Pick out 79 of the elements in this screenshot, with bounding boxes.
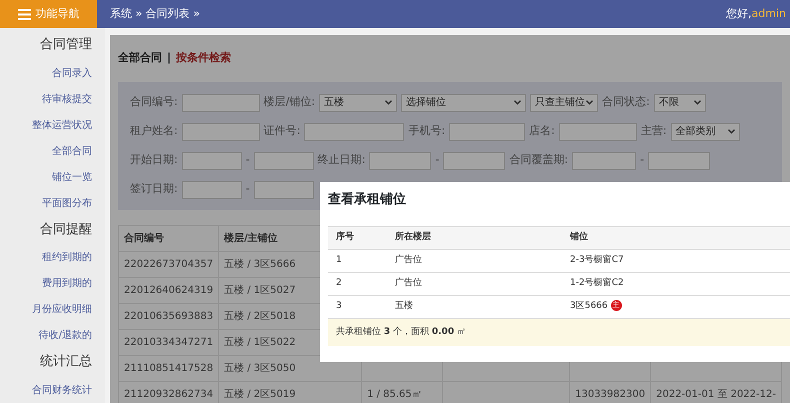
- field-label: 店名:: [529, 123, 555, 140]
- chevron-down-icon: [514, 100, 522, 105]
- table-cell: 21120932862734: [118, 382, 219, 403]
- table-cell: 1: [336, 254, 342, 265]
- field-label: 楼层/铺位:: [264, 94, 316, 110]
- table-cell: 3: [336, 300, 342, 311]
- input-field[interactable]: [449, 122, 526, 140]
- sidebar-link[interactable]: 铺位一览: [0, 170, 92, 185]
- sidebar-heading: 统计汇总: [39, 354, 92, 370]
- dash: -: [435, 152, 440, 168]
- field-label: 合同编号:: [130, 94, 178, 110]
- breadcrumb: 系统 » 合同列表 »: [110, 6, 200, 22]
- table-cell: 22010334347271: [118, 330, 219, 356]
- select-field[interactable]: 五楼: [319, 94, 398, 112]
- table-cell: 2-3号橱窗C7: [570, 254, 624, 265]
- modal-title: 查看承租铺位: [328, 192, 407, 208]
- sidebar-link[interactable]: 合同录入: [0, 66, 92, 81]
- field-label: 合同状态:: [602, 94, 650, 110]
- input-field[interactable]: [304, 122, 404, 140]
- table-cell: 3区5666: [570, 300, 608, 311]
- sidebar-link[interactable]: 月份应收明细: [0, 302, 92, 318]
- tab[interactable]: 按条件检索: [176, 50, 232, 66]
- sidebar-link[interactable]: 费用到期的: [0, 276, 92, 292]
- select-field[interactable]: 不限: [654, 94, 706, 112]
- select-field[interactable]: 全部类别: [670, 122, 740, 140]
- input-field[interactable]: [182, 122, 260, 140]
- chevron-down-icon: [728, 129, 735, 134]
- input-field[interactable]: [182, 94, 260, 112]
- field-label: 证件号:: [264, 123, 300, 140]
- field-label: 主营:: [640, 123, 667, 140]
- input-field[interactable]: [443, 152, 506, 170]
- sidebar-link[interactable]: 全部合同: [0, 144, 92, 159]
- dash: -: [246, 152, 250, 168]
- tab-separator: |: [167, 50, 172, 66]
- table-cell: 1-2号橱窗C2: [570, 278, 624, 288]
- column-header: 铺位: [562, 226, 790, 250]
- chevron-down-icon: [694, 100, 701, 105]
- tab[interactable]: 全部合同: [118, 50, 162, 66]
- input-field[interactable]: [182, 180, 242, 198]
- chevron-down-icon: [385, 100, 392, 105]
- table-cell: 广告位: [395, 278, 422, 288]
- field-label: 终止日期:: [318, 152, 366, 168]
- field-label: 手机号:: [408, 123, 446, 140]
- sidebar-link[interactable]: 租约到期的: [0, 250, 92, 266]
- column-header: 所在楼层: [387, 226, 562, 250]
- chevron-down-icon: [586, 100, 594, 105]
- dash: -: [246, 181, 250, 198]
- greeting: 您好,admin: [726, 6, 786, 22]
- sidebar-link[interactable]: 平面图分布: [0, 196, 92, 211]
- table-cell: 22010635693883: [118, 304, 219, 330]
- sidebar-link[interactable]: 合同财务统计: [0, 382, 92, 398]
- input-field[interactable]: [648, 152, 710, 170]
- field-label: 租户姓名:: [130, 123, 178, 140]
- input-field[interactable]: [182, 152, 242, 170]
- field-label: 签订日期:: [130, 181, 178, 198]
- column-header: 合同编号: [118, 226, 219, 252]
- table-cell: 21110851417528: [118, 356, 219, 382]
- table-cell: 22022673704357: [118, 252, 219, 278]
- menu-icon: [18, 8, 30, 20]
- input-field[interactable]: [254, 180, 314, 198]
- sidebar-link[interactable]: 待审核提交: [0, 92, 92, 107]
- input-field[interactable]: [369, 152, 432, 170]
- table-cell: 22012640624319: [118, 278, 219, 304]
- sidebar-link[interactable]: 整体运营状况: [0, 118, 92, 133]
- dash: -: [640, 152, 644, 168]
- table-cell: 广告位: [395, 254, 422, 265]
- sidebar-link[interactable]: 待收/退款的: [0, 328, 92, 344]
- select-field[interactable]: 选择铺位: [401, 94, 526, 112]
- field-label: 合同覆盖期:: [509, 152, 568, 168]
- select-field[interactable]: 只查主铺位: [530, 94, 598, 112]
- table-cell: 2: [336, 278, 342, 288]
- sidebar-heading: 合同管理: [39, 37, 92, 53]
- input-field[interactable]: [558, 122, 637, 140]
- column-header: 序号: [328, 226, 387, 250]
- input-field[interactable]: [572, 152, 636, 170]
- sidebar-heading: 合同提醒: [39, 222, 92, 238]
- field-label: 开始日期:: [130, 152, 178, 168]
- table-cell: 五楼: [395, 300, 413, 311]
- input-field[interactable]: [254, 152, 314, 170]
